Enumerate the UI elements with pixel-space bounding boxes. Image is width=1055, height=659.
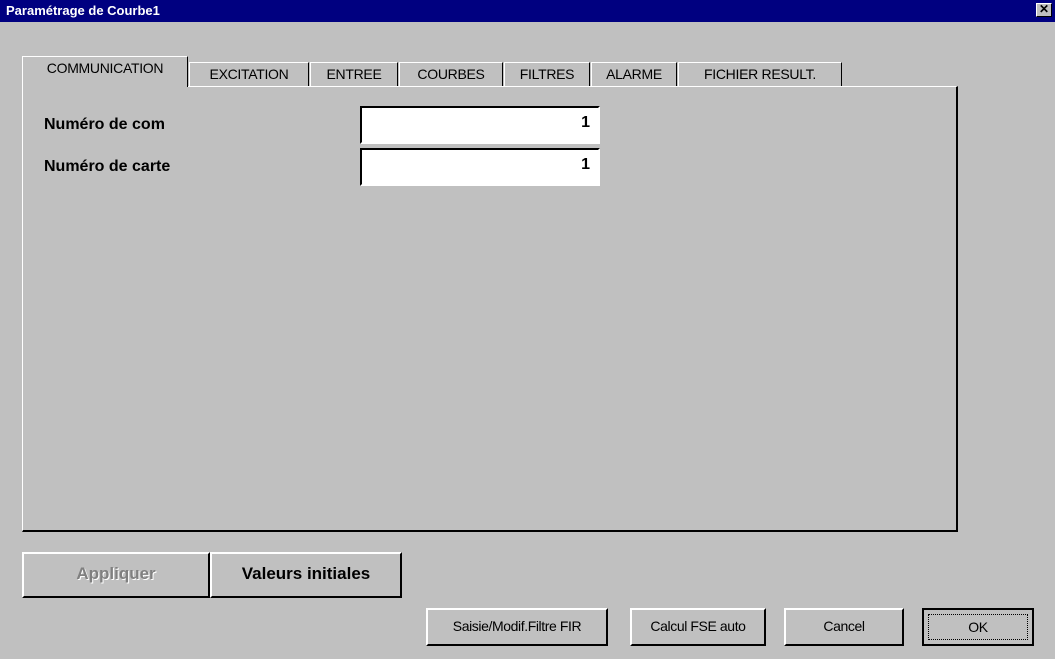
- fir-filter-button[interactable]: Saisie/Modif.Filtre FIR: [426, 608, 608, 646]
- ok-button-label: OK: [928, 614, 1028, 640]
- close-icon: ✕: [1038, 2, 1050, 16]
- apply-button[interactable]: Appliquer: [22, 552, 210, 598]
- tab-excitation[interactable]: EXCITATION: [189, 62, 309, 86]
- cancel-button[interactable]: Cancel: [784, 608, 904, 646]
- window-title: Paramétrage de Courbe1: [6, 3, 160, 18]
- card-number-label: Numéro de carte: [44, 158, 171, 175]
- com-number-label: Numéro de com: [44, 116, 165, 133]
- close-button[interactable]: ✕: [1036, 3, 1052, 17]
- title-bar: Paramétrage de Courbe1 ✕: [0, 0, 1055, 22]
- initial-values-button[interactable]: Valeurs initiales: [210, 552, 402, 598]
- tab-filtres[interactable]: FILTRES: [504, 62, 590, 86]
- fse-auto-button[interactable]: Calcul FSE auto: [630, 608, 766, 646]
- tab-courbes[interactable]: COURBES: [399, 62, 503, 86]
- com-number-input[interactable]: 1: [360, 106, 600, 144]
- card-number-input[interactable]: 1: [360, 148, 600, 186]
- tab-fichier-result[interactable]: FICHIER RESULT.: [678, 62, 842, 86]
- tab-entree[interactable]: ENTREE: [310, 62, 398, 86]
- tab-alarme[interactable]: ALARME: [591, 62, 677, 86]
- tab-communication[interactable]: COMMUNICATION: [22, 56, 188, 87]
- ok-button[interactable]: OK: [922, 608, 1034, 646]
